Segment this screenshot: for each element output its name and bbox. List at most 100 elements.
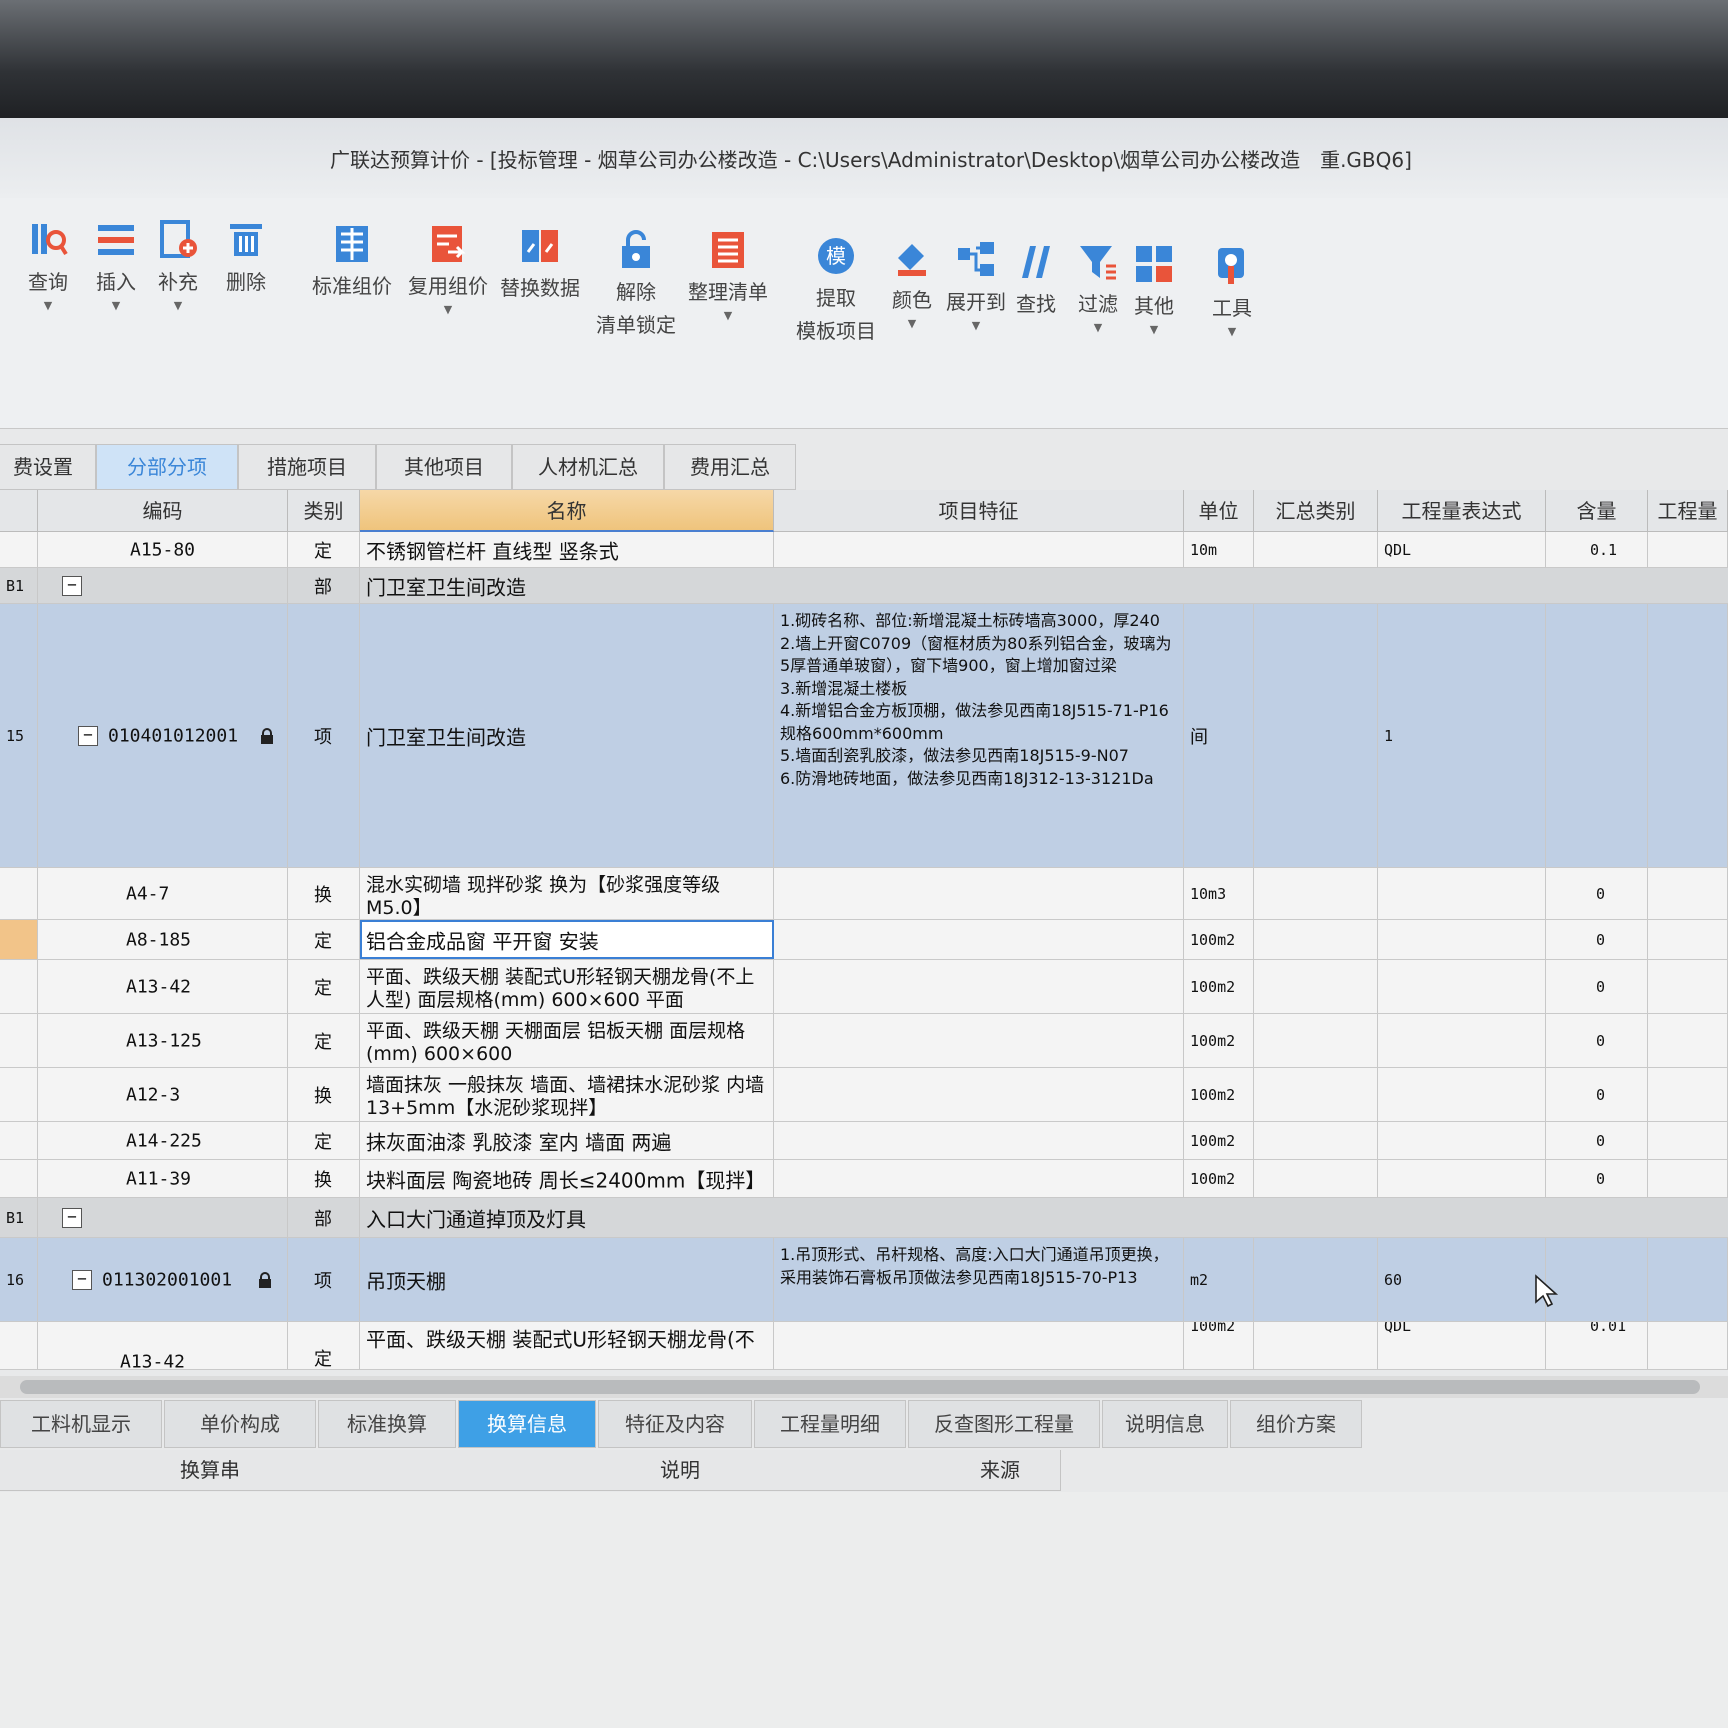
tab-labor-material-summary[interactable]: 人材机汇总 bbox=[512, 444, 664, 490]
row-content: 0 bbox=[1596, 1031, 1606, 1050]
row-content: 0 bbox=[1596, 884, 1606, 903]
row-code: A13-125 bbox=[126, 1030, 202, 1051]
section-row[interactable]: B1 − 部 入口大门通道掉顶及灯具 bbox=[0, 1198, 1728, 1238]
lock-icon bbox=[261, 727, 273, 744]
row-code: 011302001001 bbox=[102, 1269, 233, 1290]
column-header-unit[interactable]: 单位 bbox=[1184, 490, 1254, 532]
row-name[interactable]: 平面、跌级天棚 天棚面层 铝板天棚 面层规格(mm) 600×600 bbox=[366, 1020, 769, 1066]
tab-pricing-plan[interactable]: 组价方案 bbox=[1230, 1400, 1362, 1448]
row-name[interactable]: 平面、跌级天棚 装配式U形轻钢天棚龙骨(不上人型) 面层规格(mm) 600×6… bbox=[366, 966, 769, 1012]
tab-reverse-graphic-quantity[interactable]: 反查图形工程量 bbox=[908, 1400, 1100, 1448]
row-name[interactable]: 门卫室卫生间改造 bbox=[366, 571, 526, 600]
row-name[interactable]: 平面、跌级天棚 装配式U形轻钢天棚龙骨(不 bbox=[366, 1324, 755, 1353]
row-name[interactable]: 墙面抹灰 一般抹灰 墙面、墙裙抹水泥砂浆 内墙 13+5mm【水泥砂浆现拌】 bbox=[366, 1074, 769, 1120]
row-name[interactable]: 混水实砌墙 现拌砂浆 换为【砂浆强度等级M5.0】 bbox=[366, 874, 769, 919]
chevron-down-icon: ▼ bbox=[1093, 321, 1103, 334]
tab-conversion-info[interactable]: 换算信息 bbox=[458, 1400, 596, 1448]
tab-standard-conversion[interactable]: 标准换算 bbox=[318, 1400, 456, 1448]
standard-pricing-button[interactable]: 标准组价 bbox=[312, 224, 392, 299]
column-header-quantity-expression[interactable]: 工程量表达式 bbox=[1378, 490, 1546, 532]
column-header-feature[interactable]: 项目特征 bbox=[774, 490, 1184, 532]
row-content: 0.01 bbox=[1590, 1322, 1627, 1335]
tab-fee-summary[interactable]: 费用汇总 bbox=[664, 444, 796, 490]
collapse-toggle[interactable]: − bbox=[78, 725, 98, 746]
replace-data-icon bbox=[522, 230, 558, 262]
row-code: A8-185 bbox=[126, 929, 192, 950]
column-header-description[interactable]: 说明 bbox=[420, 1450, 941, 1491]
reuse-pricing-button[interactable]: 复用组价 ▼ bbox=[408, 224, 488, 316]
column-header-source[interactable]: 来源 bbox=[940, 1450, 1061, 1491]
quota-row[interactable]: A13-42 定 平面、跌级天棚 装配式U形轻钢天棚龙骨(不 100m2 QDL… bbox=[0, 1322, 1728, 1370]
quota-row[interactable]: A13-42 定 平面、跌级天棚 装配式U形轻钢天棚龙骨(不上人型) 面层规格(… bbox=[0, 960, 1728, 1014]
quota-row[interactable]: A13-125 定 平面、跌级天棚 天棚面层 铝板天棚 面层规格(mm) 600… bbox=[0, 1014, 1728, 1068]
bill-item-row[interactable]: 15 − 010401012001 项 门卫室卫生间改造 1.砌砖名称、部位:新… bbox=[0, 604, 1728, 868]
quota-row[interactable]: A11-39 换 块料面层 陶瓷地砖 周长≤2400mm【现拌】 100m2 0 bbox=[0, 1160, 1728, 1198]
column-header-type[interactable]: 类别 bbox=[288, 490, 360, 532]
delete-button[interactable]: 删除 bbox=[226, 220, 266, 295]
insert-button[interactable]: 插入 ▼ bbox=[96, 220, 136, 312]
quota-row-selected[interactable]: A8-185 定 铝合金成品窗 平开窗 安装 100m2 0 bbox=[0, 920, 1728, 960]
tab-other-items[interactable]: 其他项目 bbox=[376, 444, 512, 490]
row-unit: 100m2 bbox=[1190, 1131, 1236, 1150]
row-type: 定 bbox=[314, 1349, 332, 1369]
tab-unit-price-composition[interactable]: 单价构成 bbox=[164, 1400, 316, 1448]
row-unit: 100m2 bbox=[1190, 1085, 1236, 1104]
find-button[interactable]: 查找 bbox=[1016, 242, 1056, 317]
tools-button[interactable]: 工具 ▼ bbox=[1212, 246, 1252, 338]
supplement-button[interactable]: 补充 ▼ bbox=[158, 220, 198, 312]
row-code: A11-39 bbox=[126, 1168, 192, 1189]
query-button[interactable]: 查询 ▼ bbox=[28, 220, 68, 312]
tab-measures[interactable]: 措施项目 bbox=[238, 444, 376, 490]
row-expression: QDL bbox=[1384, 540, 1412, 559]
collapse-toggle[interactable]: − bbox=[62, 575, 82, 596]
row-code: A13-42 bbox=[126, 976, 192, 997]
template-icon: 模 bbox=[818, 238, 854, 274]
scrollbar-thumb[interactable] bbox=[20, 1380, 1700, 1394]
row-feature[interactable]: 1.砌砖名称、部位:新增混凝土标砖墙高3000，厚240 2.墙上开窗C0709… bbox=[780, 610, 1179, 790]
tab-fee-settings[interactable]: 费设置 bbox=[0, 444, 96, 490]
table-row[interactable]: A15-80 定 不锈钢管栏杆 直线型 竖条式 10m QDL 0.1 bbox=[0, 532, 1728, 568]
organize-list-button[interactable]: 整理清单 ▼ bbox=[688, 230, 768, 322]
section-row[interactable]: B1 − 部 门卫室卫生间改造 bbox=[0, 568, 1728, 604]
row-name[interactable]: 门卫室卫生间改造 bbox=[366, 721, 526, 750]
insert-icon bbox=[98, 225, 134, 255]
quota-row[interactable]: A4-7 换 混水实砌墙 现拌砂浆 换为【砂浆强度等级M5.0】 10m3 0 bbox=[0, 868, 1728, 920]
expand-to-button[interactable]: 展开到 ▼ bbox=[946, 240, 1006, 332]
quota-row[interactable]: A12-3 换 墙面抹灰 一般抹灰 墙面、墙裙抹水泥砂浆 内墙 13+5mm【水… bbox=[0, 1068, 1728, 1122]
column-header-name[interactable]: 名称 bbox=[360, 490, 774, 532]
horizontal-scrollbar[interactable] bbox=[0, 1376, 1728, 1398]
collapse-toggle[interactable]: − bbox=[62, 1207, 82, 1228]
row-name[interactable]: 块料面层 陶瓷地砖 周长≤2400mm【现拌】 bbox=[366, 1164, 765, 1193]
row-unit: 100m2 bbox=[1190, 977, 1236, 996]
collapse-toggle[interactable]: − bbox=[72, 1269, 92, 1290]
tab-quantity-detail[interactable]: 工程量明细 bbox=[754, 1400, 906, 1448]
row-name[interactable]: 不锈钢管栏杆 直线型 竖条式 bbox=[366, 535, 619, 564]
quota-row[interactable]: A14-225 定 抹灰面油漆 乳胶漆 室内 墙面 两遍 100m2 0 bbox=[0, 1122, 1728, 1160]
tab-description-info[interactable]: 说明信息 bbox=[1102, 1400, 1228, 1448]
replace-data-button[interactable]: 替换数据 bbox=[500, 226, 580, 301]
tab-subitems[interactable]: 分部分项 bbox=[96, 444, 238, 490]
mouse-pointer-icon bbox=[1535, 1274, 1559, 1308]
unlock-list-button[interactable]: 解除 清单锁定 bbox=[596, 230, 676, 338]
filter-button[interactable]: 过滤 ▼ bbox=[1078, 242, 1118, 334]
row-unit: 100m2 bbox=[1190, 1322, 1236, 1335]
row-name[interactable]: 抹灰面油漆 乳胶漆 室内 墙面 两遍 bbox=[366, 1126, 671, 1155]
column-header-content[interactable]: 含量 bbox=[1546, 490, 1648, 532]
row-name[interactable]: 入口大门通道掉顶及灯具 bbox=[366, 1203, 586, 1232]
tab-features-content[interactable]: 特征及内容 bbox=[598, 1400, 752, 1448]
color-button[interactable]: 颜色 ▼ bbox=[892, 238, 932, 330]
bill-item-row[interactable]: 16 − 011302001001 项 吊顶天棚 1.吊顶形式、吊杆规格、高度:… bbox=[0, 1238, 1728, 1322]
row-name[interactable]: 吊顶天棚 bbox=[366, 1265, 446, 1294]
row-feature[interactable]: 1.吊顶形式、吊杆规格、高度:入口大门通道吊顶更换，采用装饰石膏板吊顶做法参见西… bbox=[780, 1244, 1179, 1289]
row-name-editor[interactable]: 铝合金成品窗 平开窗 安装 bbox=[366, 925, 599, 954]
conversion-info-panel bbox=[0, 1492, 1728, 1728]
tools-icon bbox=[1218, 248, 1244, 284]
column-header-summary-category[interactable]: 汇总类别 bbox=[1254, 490, 1378, 532]
column-header-conversion-string[interactable]: 换算串 bbox=[0, 1450, 421, 1491]
column-header-quantity[interactable]: 工程量 bbox=[1648, 490, 1728, 532]
row-unit: 100m2 bbox=[1190, 1031, 1236, 1050]
other-button[interactable]: 其他 ▼ bbox=[1134, 244, 1174, 336]
extract-template-button[interactable]: 模 提取 模板项目 bbox=[796, 236, 876, 344]
column-header-code[interactable]: 编码 bbox=[38, 490, 288, 532]
tab-labor-material-display[interactable]: 工料机显示 bbox=[0, 1400, 162, 1448]
